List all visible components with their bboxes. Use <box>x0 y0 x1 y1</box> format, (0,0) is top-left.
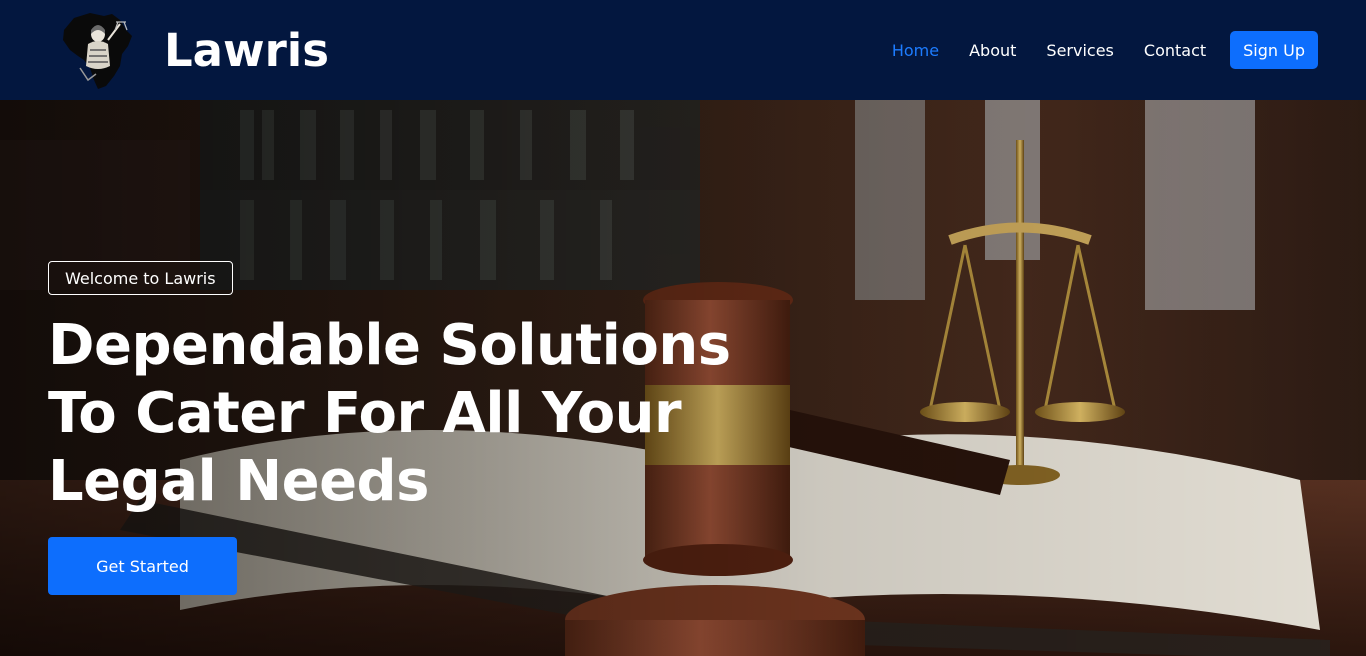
brand-name: Lawris <box>164 23 330 77</box>
get-started-button[interactable]: Get Started <box>48 537 237 595</box>
hero-headline: Dependable Solutions To Cater For All Yo… <box>48 313 731 514</box>
nav-link-services[interactable]: Services <box>1046 41 1113 60</box>
welcome-badge: Welcome to Lawris <box>48 261 233 295</box>
main-nav: Home About Services Contact Sign Up <box>862 31 1318 69</box>
signup-button[interactable]: Sign Up <box>1230 31 1318 69</box>
nav-link-contact[interactable]: Contact <box>1144 41 1206 60</box>
nav-link-about[interactable]: About <box>969 41 1016 60</box>
hero-section: Welcome to Lawris Dependable Solutions T… <box>0 100 1366 656</box>
lady-justice-logo-icon <box>63 13 132 89</box>
brand[interactable]: Lawris <box>60 10 329 90</box>
navbar: Lawris Home About Services Contact Sign … <box>0 0 1366 100</box>
nav-link-home[interactable]: Home <box>892 41 939 60</box>
